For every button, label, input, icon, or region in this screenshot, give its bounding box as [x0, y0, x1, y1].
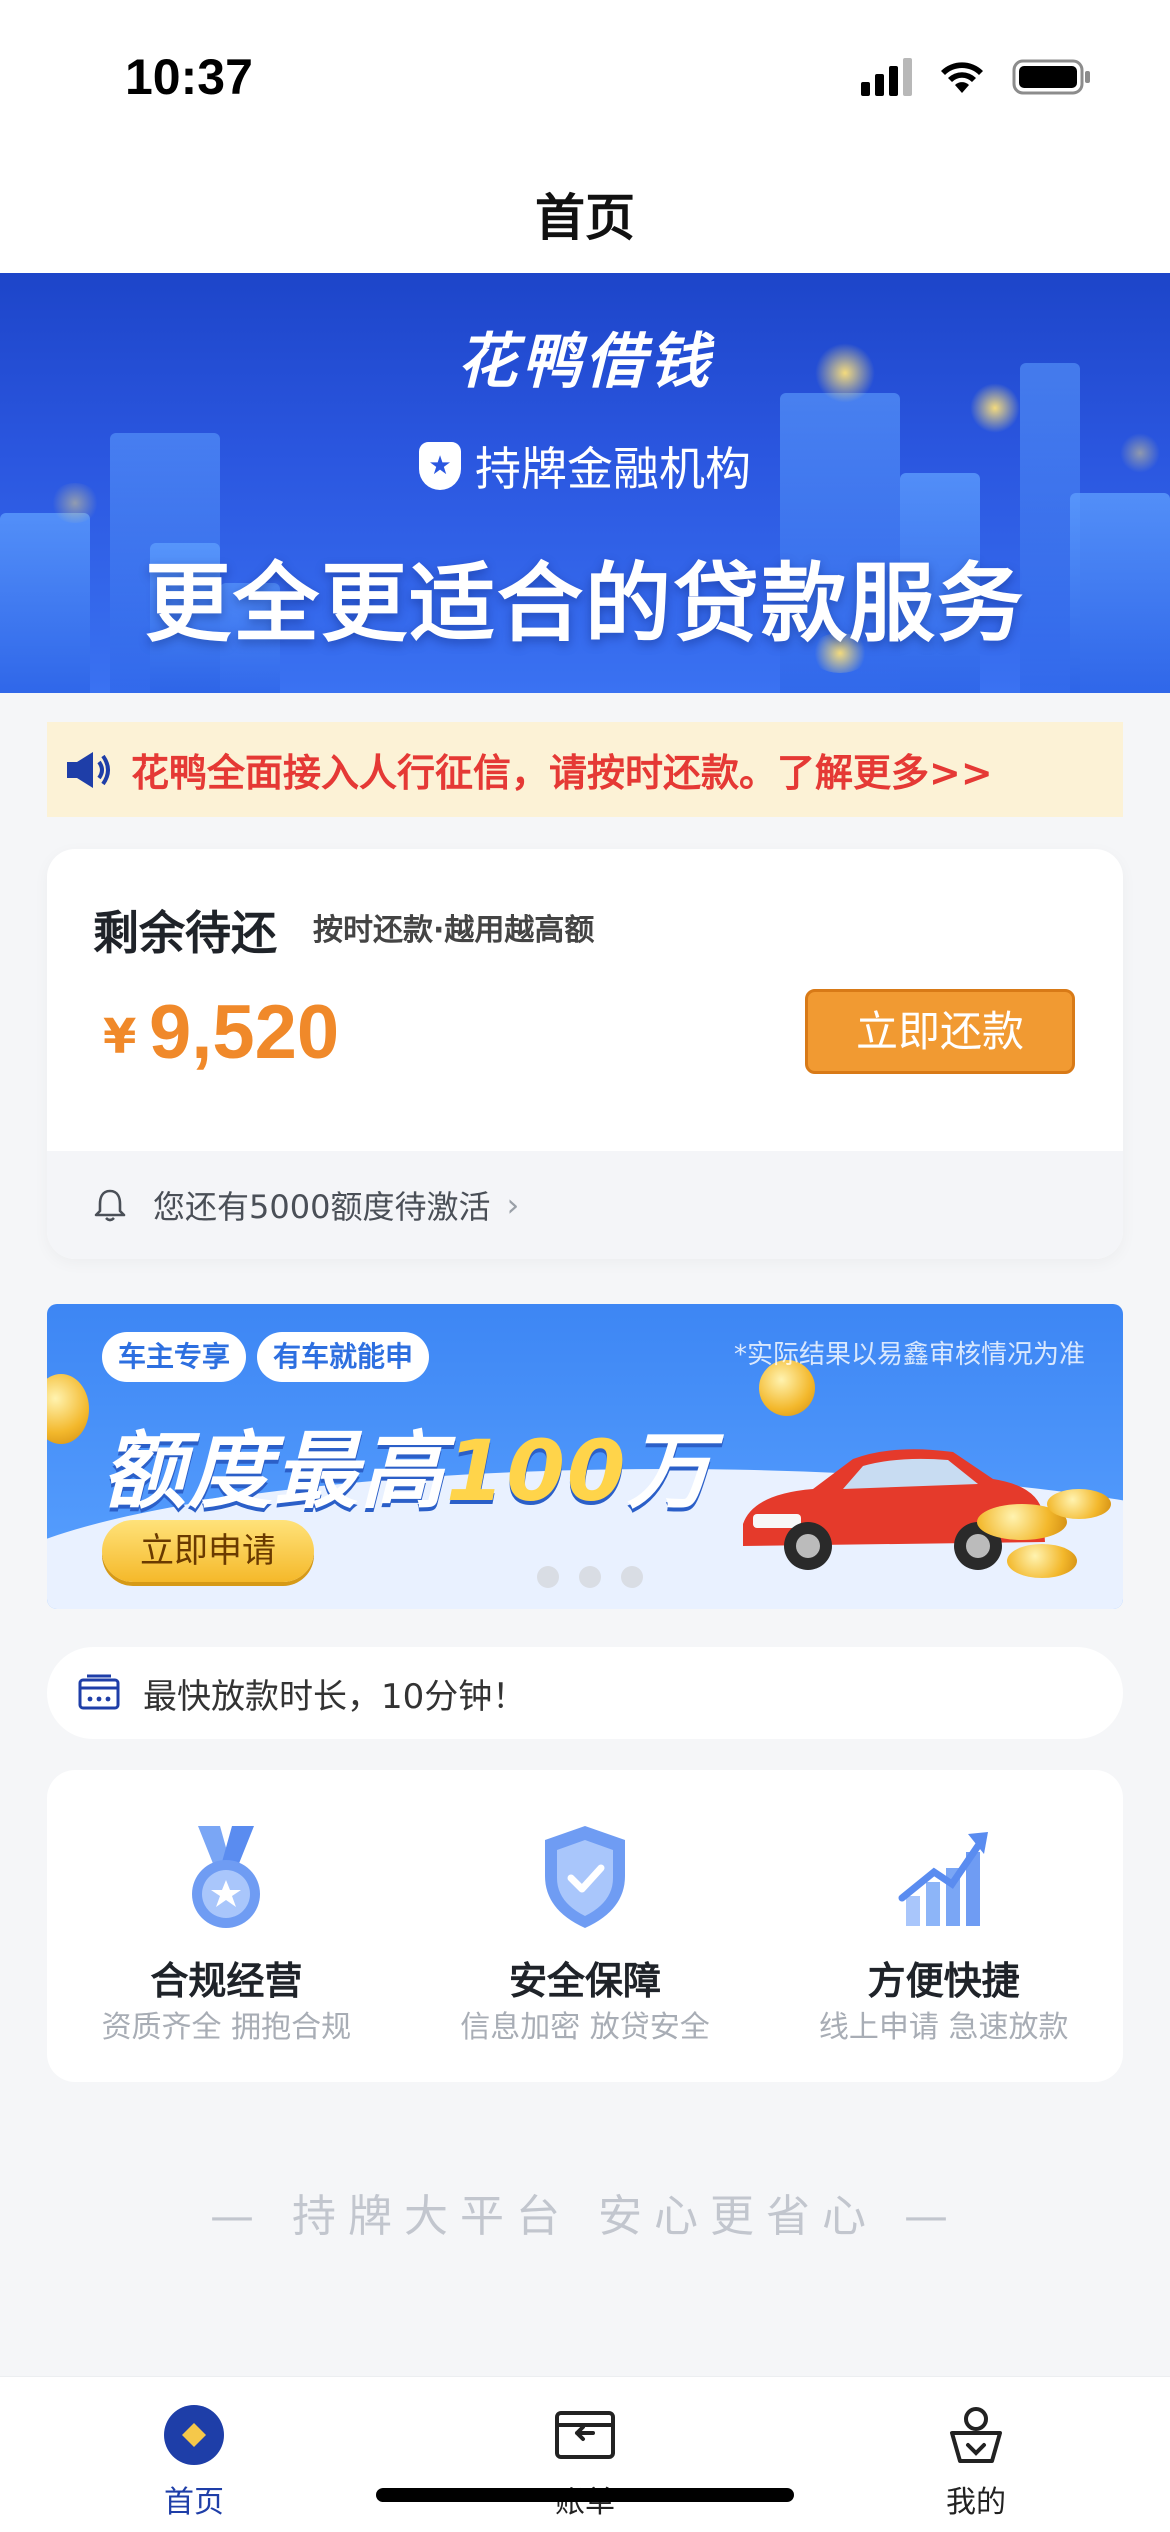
red-car-icon: [743, 1449, 1045, 1570]
battery-icon: [1012, 59, 1090, 95]
tab-home[interactable]: 首页: [114, 2403, 274, 2521]
repayment-subtitle: 按时还款·越用越高额: [313, 913, 595, 948]
repayment-card: 剩余待还 按时还款·越用越高额 ¥ 9,520 立即还款 您还有5000额度待激…: [47, 849, 1123, 1259]
remaining-amount: 9,520: [149, 990, 340, 1075]
status-icons: [861, 58, 1092, 96]
fast-loan-info-bar: 最快放款时长，10分钟！: [47, 1647, 1123, 1739]
tab-label: 首页: [164, 2485, 224, 2520]
promo-tag: 车主专享: [102, 1332, 247, 1382]
car-loan-promo-banner[interactable]: 车主专享 有车就能申 *实际结果以易鑫审核情况为准 额度最高100万 立即申请: [47, 1304, 1123, 1609]
promo-title-prefix: 额度最高: [102, 1422, 447, 1520]
promo-disclaimer: *实际结果以易鑫审核情况为准: [733, 1340, 1085, 1370]
feature-title: 合规经营: [150, 1959, 303, 2003]
carousel-dot[interactable]: [537, 1566, 559, 1588]
feature-desc: 信息加密 放贷安全: [460, 2010, 710, 2045]
notice-text[interactable]: 花鸭全面接入人行征信，请按时还款。了解更多>>: [131, 742, 993, 797]
feature-title: 方便快捷: [867, 1959, 1020, 2003]
shield-star-icon: ★: [419, 442, 461, 490]
megaphone-icon: [67, 751, 110, 788]
hero-license: ★ 持牌金融机构: [0, 433, 1170, 499]
medal-icon: [192, 1826, 261, 1928]
hero-banner[interactable]: 花鸭借钱 ★ 持牌金融机构 更全更适合的贷款服务: [0, 273, 1170, 693]
coin-stack-decoration: [1047, 1489, 1111, 1519]
activate-credit-text: 您还有5000额度待激活: [153, 1188, 491, 1226]
feature-security: 安全保障 信息加密 放贷安全: [406, 1770, 765, 2082]
shield-check-icon: [545, 1826, 625, 1928]
carousel-dot[interactable]: [621, 1566, 643, 1588]
tab-bar: 首页 账单 我的: [0, 2376, 1170, 2532]
hero-slogan: 更全更适合的贷款服务: [145, 554, 1025, 654]
feature-compliance: 合规经营 资质齐全 拥抱合规: [47, 1770, 406, 2082]
coin-decoration: [47, 1374, 89, 1444]
wifi-icon: [941, 62, 983, 93]
tab-bills[interactable]: 账单: [505, 2403, 665, 2521]
home-diamond-icon: [164, 2405, 224, 2465]
promo-title: 额度最高100万: [102, 1404, 713, 1525]
promo-title-highlight: 100: [446, 1422, 628, 1520]
page-title: 首页: [535, 189, 635, 247]
status-bar: 10:37: [0, 0, 1170, 150]
promo-title-suffix: 万: [627, 1422, 714, 1520]
bell-icon: [94, 1189, 126, 1222]
feature-desc: 资质齐全 拥抱合规: [101, 2010, 352, 2045]
currency-symbol: ¥: [103, 1009, 137, 1065]
activate-credit-row[interactable]: 您还有5000额度待激活 ›: [47, 1151, 1123, 1259]
home-indicator: [376, 2488, 794, 2502]
footer-slogan: — 持牌大平台 安心更省心 —: [210, 2191, 960, 2242]
features-panel: 合规经营 资质齐全 拥抱合规 安全保障 信息加密 放贷安全 方便快捷 线上申请 …: [47, 1770, 1123, 2082]
status-time: 10:37: [125, 49, 253, 105]
bill-wallet-icon: [555, 2411, 615, 2459]
apply-now-button[interactable]: 立即申请: [102, 1520, 314, 1582]
carousel-indicator: [537, 1566, 643, 1588]
nav-bar: 首页: [0, 150, 1170, 273]
coin-stack-decoration: [1007, 1544, 1077, 1578]
profile-icon: [950, 2407, 1002, 2463]
tab-profile[interactable]: 我的: [896, 2403, 1056, 2521]
atm-card-icon: [78, 1674, 120, 1710]
fast-loan-text: 最快放款时长，10分钟！: [143, 1676, 527, 1717]
hero-license-text: 持牌金融机构: [475, 442, 751, 496]
feature-desc: 线上申请 急速放款: [818, 2010, 1069, 2045]
growth-chart-icon: [898, 1832, 988, 1926]
remaining-balance-label: 剩余待还: [93, 906, 277, 960]
hero-brand-logo: 花鸭借钱: [457, 327, 713, 397]
tab-label: 我的: [946, 2485, 1006, 2520]
chevron-right-icon: ›: [506, 1186, 520, 1224]
carousel-dot[interactable]: [579, 1566, 601, 1588]
notice-bar[interactable]: 花鸭全面接入人行征信，请按时还款。了解更多>>: [47, 722, 1123, 817]
feature-convenience: 方便快捷 线上申请 急速放款: [764, 1770, 1123, 2082]
cellular-signal-icon: [861, 58, 912, 96]
repay-now-button[interactable]: 立即还款: [805, 989, 1075, 1074]
feature-title: 安全保障: [509, 1959, 662, 2003]
promo-tag: 有车就能申: [257, 1332, 430, 1382]
